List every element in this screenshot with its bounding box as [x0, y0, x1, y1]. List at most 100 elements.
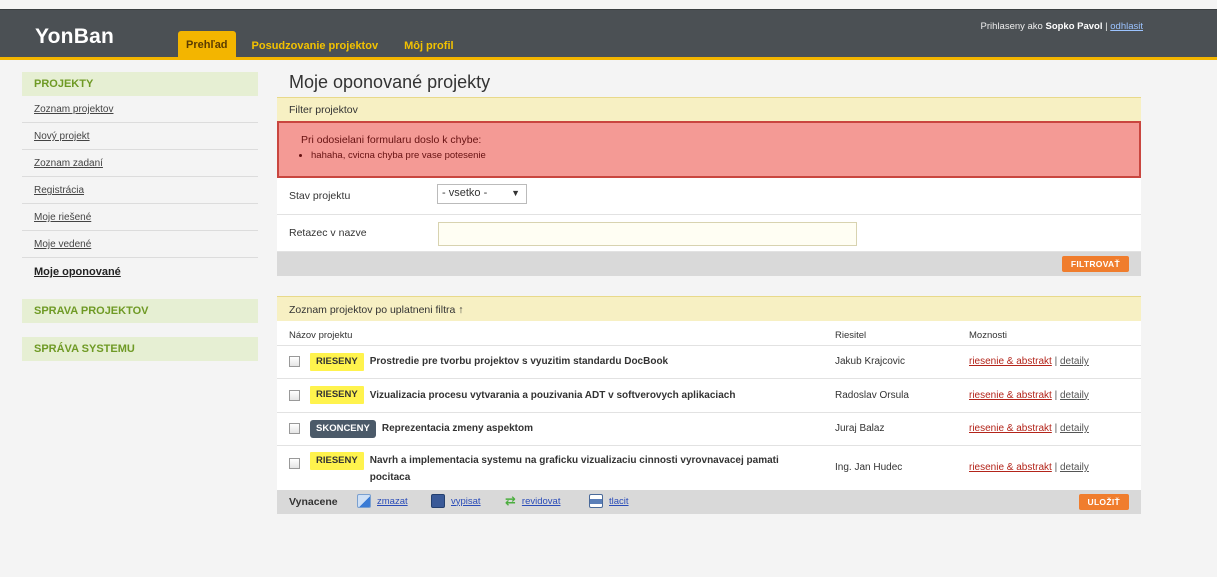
- table-row: RIESENY Vizualizacia procesu vytvarania a…: [277, 377, 1141, 412]
- name-label: Retazec v nazve: [289, 227, 367, 239]
- status-badge: RIESENY: [310, 352, 364, 371]
- options-separator: |: [1054, 462, 1058, 474]
- row-checkbox[interactable]: [289, 356, 300, 367]
- sidebar-item-moje-vedene[interactable]: Moje vedené: [22, 231, 258, 258]
- error-title: Pri odosielani formularu doslo k chybe:: [301, 134, 482, 146]
- delete-action[interactable]: zmazat: [357, 494, 408, 508]
- sidebar-link[interactable]: Zoznam zadaní: [34, 158, 103, 169]
- error-box: Pri odosielani formularu doslo k chybe: …: [277, 121, 1141, 178]
- status-badge: RIESENY: [310, 386, 364, 404]
- export-action[interactable]: vypisat: [431, 494, 481, 508]
- tab-moj-profil[interactable]: Môj profil: [394, 35, 464, 57]
- sidebar-item-novy-projekt[interactable]: Nový projekt: [22, 123, 258, 150]
- sidebar: PROJEKTY Zoznam projektov Nový projekt Z…: [22, 72, 258, 361]
- sidebar-section-sprava-projektov[interactable]: SPRAVA PROJEKTOV: [22, 299, 258, 323]
- solution-abstract-link[interactable]: riesenie & abstrakt: [969, 356, 1052, 367]
- filter-button[interactable]: FILTROVAŤ: [1061, 256, 1129, 272]
- details-link[interactable]: detaily: [1060, 462, 1089, 473]
- sidebar-section-sprava-systemu[interactable]: SPRÁVA SYSTEMU: [22, 337, 258, 361]
- revise-action[interactable]: ⇄ revidovat: [505, 494, 560, 508]
- filter-row-status: Stav projektu - vsetko - ▼: [277, 178, 1141, 215]
- sidebar-link[interactable]: Nový projekt: [34, 131, 90, 142]
- project-name: Prostredie pre tvorbu projektov s vyuzit…: [369, 356, 669, 367]
- row-options: riesenie & abstrakt | detaily: [969, 411, 1141, 445]
- project-name: Reprezentacia zmeny aspektom: [381, 423, 534, 434]
- solution-abstract-link[interactable]: riesenie & abstrakt: [969, 390, 1052, 401]
- delete-icon: [357, 494, 371, 508]
- column-header-name[interactable]: Názov projektu: [277, 321, 835, 345]
- logo: YonBan: [35, 25, 114, 48]
- details-link[interactable]: detaily: [1060, 423, 1089, 434]
- top-header: YonBan Prehľad Posudzovanie projektov Mô…: [0, 9, 1217, 60]
- sidebar-link[interactable]: Moje riešené: [34, 212, 91, 223]
- project-name: Vizualizacia procesu vytvarania a pouziv…: [369, 389, 736, 401]
- solution-abstract-link[interactable]: riesenie & abstrakt: [969, 423, 1052, 434]
- details-link[interactable]: detaily: [1060, 390, 1089, 401]
- options-separator: |: [1054, 389, 1058, 401]
- row-options: riesenie & abstrakt | detaily: [969, 444, 1141, 490]
- table-row: RIESENY Navrh a implementacia systemu na …: [277, 444, 1141, 490]
- row-checkbox[interactable]: [289, 389, 300, 401]
- error-item: hahaha, cvicna chyba pre vase potesenie: [311, 150, 1139, 161]
- printer-icon: [589, 494, 603, 508]
- sidebar-item-zoznam-zadani[interactable]: Zoznam zadaní: [22, 150, 258, 177]
- user-name: Sopko Pavol: [1045, 21, 1103, 32]
- table-row: SKONCENY Reprezentacia zmeny aspektom Jur…: [277, 411, 1141, 445]
- tab-posudzovanie-projektov[interactable]: Posudzovanie projektov: [242, 35, 389, 57]
- solver-name: Juraj Balaz: [835, 411, 969, 445]
- options-separator: |: [1054, 423, 1058, 434]
- row-options: riesenie & abstrakt | detaily: [969, 377, 1141, 412]
- sidebar-item-moje-oponovane[interactable]: Moje oponované: [22, 258, 258, 285]
- status-badge: RIESENY: [310, 451, 364, 470]
- row-checkbox[interactable]: [289, 457, 300, 469]
- error-list: hahaha, cvicna chyba pre vase potesenie: [311, 150, 1139, 161]
- chevron-down-icon: ▼: [511, 188, 520, 198]
- bulk-actions-bar: Vynacene zmazat vypisat ⇄ revidovat tlac…: [277, 490, 1141, 514]
- sidebar-item-zoznam-projektov[interactable]: Zoznam projektov: [22, 96, 258, 123]
- sidebar-link[interactable]: Registrácia: [34, 185, 84, 196]
- user-separator: |: [1105, 21, 1108, 32]
- user-info: Prihlaseny ako Sopko Pavol | odhlasit: [981, 21, 1143, 32]
- export-icon: [431, 494, 445, 508]
- sidebar-section-projekty[interactable]: PROJEKTY: [22, 72, 258, 96]
- filter-heading: Filter projektov: [277, 97, 1141, 121]
- sidebar-link-current[interactable]: Moje oponované: [34, 266, 121, 278]
- status-select[interactable]: - vsetko - ▼: [437, 184, 527, 204]
- sidebar-link[interactable]: Moje vedené: [34, 239, 91, 250]
- column-header-options: Moznosti: [969, 330, 1008, 342]
- projects-table: Názov projektu Riesitel Moznosti RIESENY…: [277, 321, 1141, 490]
- print-link[interactable]: tlacit: [609, 496, 629, 507]
- sidebar-item-moje-riesene[interactable]: Moje riešené: [22, 204, 258, 231]
- name-input[interactable]: [438, 222, 857, 246]
- status-label: Stav projektu: [289, 190, 351, 202]
- user-prefix: Prihlaseny ako: [980, 21, 1043, 32]
- tab-prehlad[interactable]: Prehľad: [178, 31, 236, 57]
- main-nav: Prehľad Posudzovanie projektov Môj profi…: [178, 31, 470, 57]
- solver-name: Radoslav Orsula: [835, 377, 969, 412]
- sidebar-item-registracia[interactable]: Registrácia: [22, 177, 258, 204]
- filter-row-name: Retazec v nazve: [277, 215, 1141, 252]
- main-content: Moje oponované projekty Filter projektov…: [277, 72, 1141, 514]
- project-name: Navrh a implementacia systemu na grafick…: [369, 454, 779, 483]
- print-action[interactable]: tlacit: [589, 494, 629, 508]
- status-badge: SKONCENY: [310, 419, 376, 438]
- status-select-value: - vsetko -: [442, 187, 488, 199]
- table-row: RIESENY Prostredie pre tvorbu projektov s…: [277, 344, 1141, 378]
- export-link[interactable]: vypisat: [451, 496, 481, 507]
- solution-abstract-link[interactable]: riesenie & abstrakt: [969, 462, 1052, 473]
- recycle-icon: ⇄: [505, 493, 516, 508]
- row-checkbox[interactable]: [289, 423, 300, 434]
- options-separator: |: [1054, 356, 1058, 367]
- save-button[interactable]: ULOŽIŤ: [1078, 494, 1129, 510]
- row-options: riesenie & abstrakt | detaily: [969, 344, 1141, 378]
- revise-link[interactable]: revidovat: [522, 496, 561, 507]
- details-link[interactable]: detaily: [1060, 356, 1089, 367]
- sidebar-link[interactable]: Zoznam projektov: [34, 104, 113, 115]
- solver-name: Jakub Krajcovic: [835, 344, 969, 378]
- column-header-solver[interactable]: Riesitel: [835, 321, 969, 345]
- filter-actions: FILTROVAŤ: [277, 252, 1141, 276]
- list-heading[interactable]: Zoznam projektov po uplatneni filtra ↑: [277, 296, 1141, 321]
- delete-link[interactable]: zmazat: [377, 496, 408, 507]
- selected-label: Vynacene: [289, 496, 338, 508]
- logout-link[interactable]: odhlasit: [1110, 21, 1143, 32]
